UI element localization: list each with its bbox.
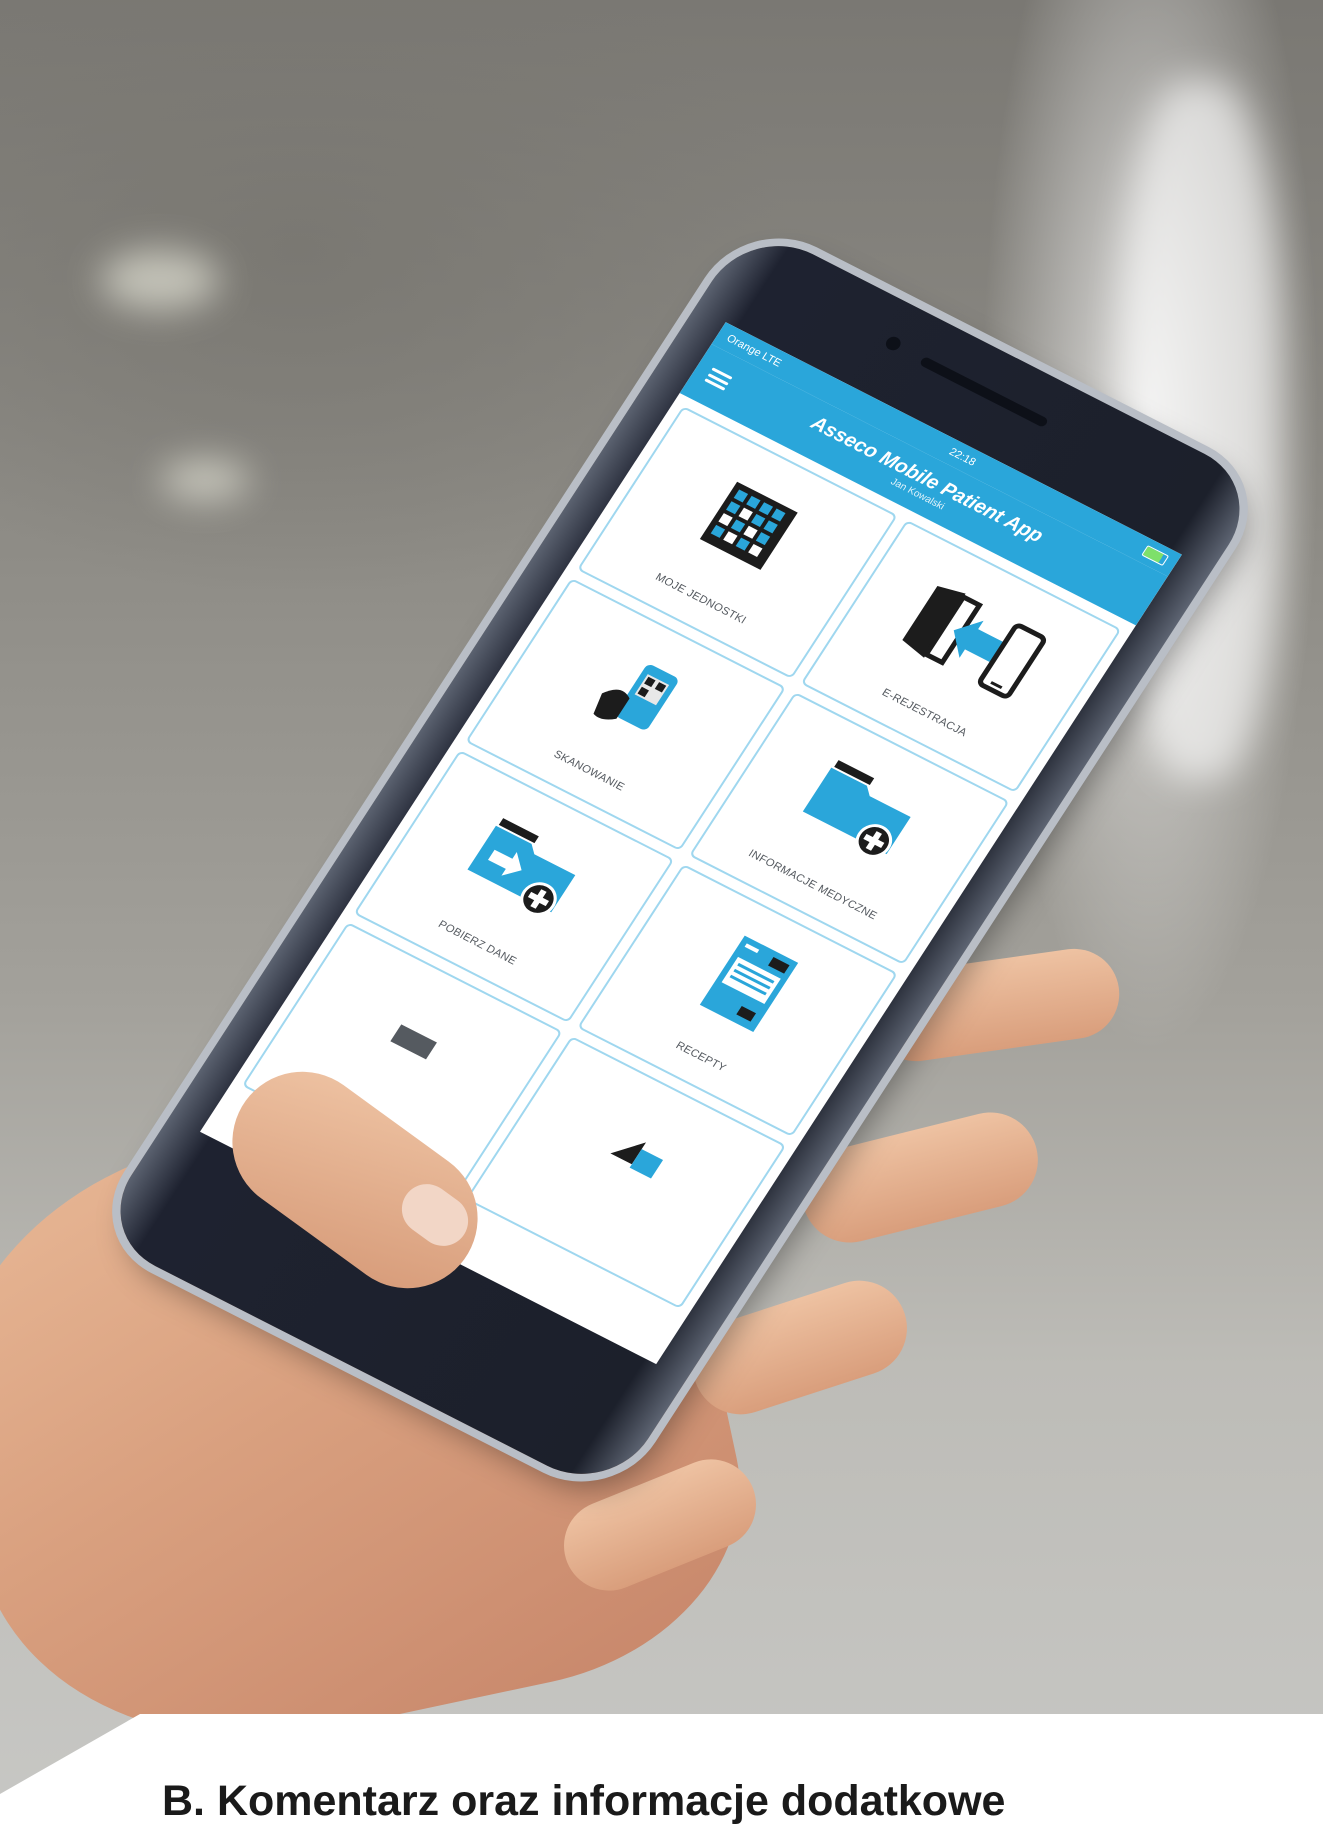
prescription-document-icon: [699, 935, 798, 1032]
partial-folder-icon: [609, 1142, 663, 1179]
ceiling-light: [100, 250, 220, 310]
medical-folder-plus-icon: [802, 759, 911, 858]
partial-tile-icon: [389, 1024, 437, 1060]
calendar-grid-icon: [699, 481, 798, 570]
ceiling-light: [160, 460, 250, 500]
import-folder-plus-icon: [467, 817, 575, 916]
time-label: 22:18: [946, 445, 978, 469]
door-to-phone-icon: [901, 585, 1046, 699]
qr-scan-hand-icon: [593, 664, 678, 730]
background-photo: Orange LTE 22:18 Asseco Mobile Patient A…: [0, 0, 1323, 1821]
section-heading: B. Komentarz oraz informacje dodatkowe: [162, 1777, 1006, 1825]
hamburger-menu-icon[interactable]: [704, 367, 733, 391]
battery-icon: [1141, 545, 1170, 567]
